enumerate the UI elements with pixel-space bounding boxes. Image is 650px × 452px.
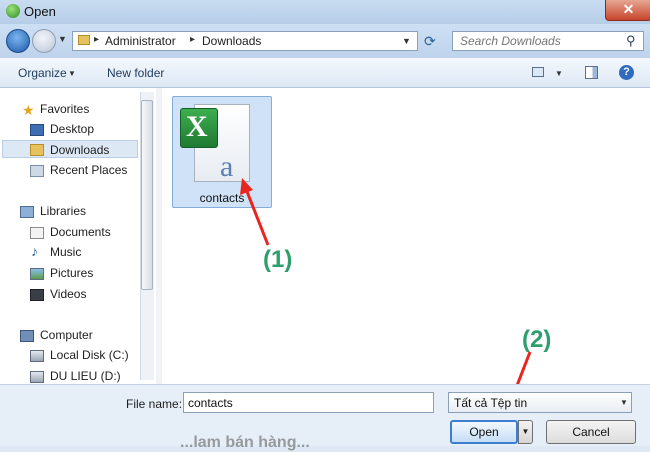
watermark-text: ...lam bán hàng...	[180, 434, 310, 451]
arrow-1-head	[240, 178, 253, 195]
file-type-value: Tất cả Tệp tin	[454, 396, 528, 410]
arrow-1-line	[244, 188, 270, 246]
chevron-down-icon[interactable]: ▼	[620, 398, 628, 407]
open-button[interactable]: Open	[450, 420, 518, 444]
file-name-label-text: File name:	[126, 397, 183, 411]
open-options-dropdown[interactable]: ▼	[518, 420, 533, 444]
annotation-arrows	[240, 178, 532, 426]
cancel-button[interactable]: Cancel	[546, 420, 636, 444]
file-name-input[interactable]	[183, 392, 434, 413]
